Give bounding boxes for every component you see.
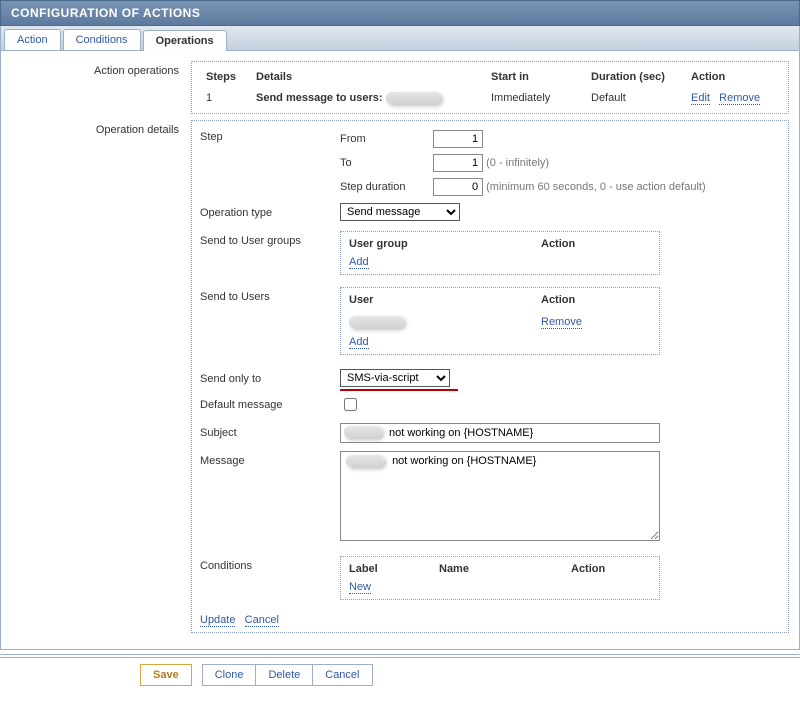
sendonly-label: Send only to (200, 369, 340, 389)
to-label: To (340, 153, 430, 173)
users-box: User Action Remove Add (340, 287, 660, 355)
col-details: Details (250, 68, 485, 89)
col-startin: Start in (485, 68, 585, 89)
user-header: User (349, 294, 541, 306)
update-link[interactable]: Update (200, 614, 235, 627)
action-operations-label: Action operations (11, 61, 191, 114)
message-label: Message (200, 451, 340, 544)
step-label: Step (200, 127, 340, 199)
from-label: From (340, 129, 430, 149)
content-pane: Action operations Steps Details Start in… (0, 51, 800, 650)
subject-label: Subject (200, 423, 340, 443)
cell-duration: Default (585, 89, 685, 107)
to-input[interactable] (433, 154, 483, 172)
cell-startin: Immediately (485, 89, 585, 107)
cond-label-header: Label (349, 563, 439, 575)
redacted-message-prefix (346, 455, 384, 467)
user-groups-box: User group Action Add (340, 231, 660, 275)
table-row: 1 Send message to users: Immediately Def… (200, 89, 780, 107)
operation-details-box: Step From To (0 - infinitely) Step dur (191, 120, 789, 633)
default-message-checkbox[interactable] (344, 398, 357, 411)
conditions-label: Conditions (200, 556, 340, 600)
cell-step: 1 (200, 89, 250, 107)
send-only-to-select[interactable]: SMS-via-script (340, 369, 450, 387)
redacted-subject-prefix (344, 426, 382, 438)
usergroup-action-header: Action (541, 238, 651, 250)
clone-button[interactable]: Clone (202, 664, 257, 686)
stepdur-label: Step duration (340, 177, 430, 197)
operations-box: Steps Details Start in Duration (sec) Ac… (191, 61, 789, 114)
operations-table: Steps Details Start in Duration (sec) Ac… (200, 68, 780, 107)
remove-link[interactable]: Remove (719, 92, 760, 105)
cond-name-header: Name (439, 563, 571, 575)
defmsg-label: Default message (200, 395, 340, 415)
operation-type-select[interactable]: Send message (340, 203, 460, 221)
edit-link[interactable]: Edit (691, 92, 710, 105)
cancel-button[interactable]: Cancel (312, 664, 372, 686)
footer-bar: Save Clone Delete Cancel (0, 654, 800, 692)
redacted-user (386, 92, 441, 104)
col-duration: Duration (sec) (585, 68, 685, 89)
cancel-link[interactable]: Cancel (245, 614, 279, 627)
stepdur-input[interactable] (433, 178, 483, 196)
operation-details-label: Operation details (11, 120, 191, 633)
user-action-header: Action (541, 294, 651, 306)
tab-action[interactable]: Action (4, 29, 61, 50)
stepdur-hint: (minimum 60 seconds, 0 - use action defa… (486, 181, 706, 193)
redacted-user-row (349, 316, 404, 328)
add-user-link[interactable]: Add (349, 336, 369, 349)
table-header-row: Steps Details Start in Duration (sec) Ac… (200, 68, 780, 89)
delete-button[interactable]: Delete (255, 664, 313, 686)
conditions-box: Label Name Action New (340, 556, 660, 600)
details-text: Send message to users: (256, 92, 383, 104)
optype-label: Operation type (200, 203, 340, 223)
cell-details: Send message to users: (250, 89, 485, 107)
usergroup-header: User group (349, 238, 541, 250)
page-header: CONFIGURATION OF ACTIONS (0, 0, 800, 26)
remove-user-link[interactable]: Remove (541, 316, 582, 329)
col-action: Action (685, 68, 780, 89)
cond-action-header: Action (571, 563, 651, 575)
save-button[interactable]: Save (140, 664, 192, 686)
from-input[interactable] (433, 130, 483, 148)
new-condition-link[interactable]: New (349, 581, 371, 594)
to-hint: (0 - infinitely) (486, 157, 549, 169)
add-group-link[interactable]: Add (349, 256, 369, 269)
tab-bar: Action Conditions Operations (0, 26, 800, 51)
users-label: Send to Users (200, 287, 340, 355)
tab-operations[interactable]: Operations (143, 30, 227, 51)
cell-actions: Edit Remove (685, 89, 780, 107)
subject-input[interactable] (340, 423, 660, 443)
tab-conditions[interactable]: Conditions (63, 29, 141, 50)
message-textarea[interactable] (340, 451, 660, 541)
groups-label: Send to User groups (200, 231, 340, 275)
col-steps: Steps (200, 68, 250, 89)
